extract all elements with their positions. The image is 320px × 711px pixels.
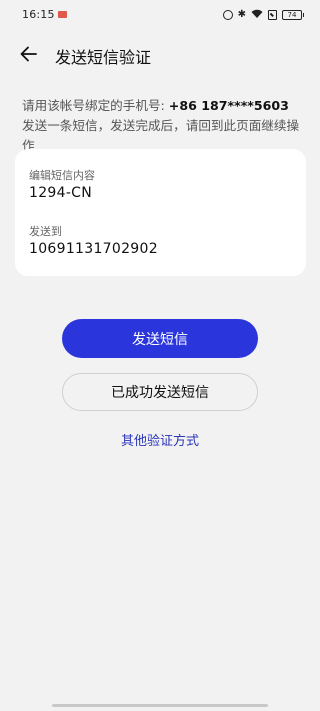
phone-number: +86 187****5603: [168, 98, 289, 113]
other-methods-link[interactable]: 其他验证方式: [0, 430, 320, 449]
sim-icon: [268, 10, 277, 20]
send-to-number: 10691131702902: [29, 241, 158, 257]
sms-content-value: 1294-CN: [29, 185, 93, 201]
game-notification-icon: [58, 11, 67, 18]
back-button[interactable]: [16, 41, 42, 67]
home-indicator[interactable]: [52, 704, 268, 707]
sms-content-label: 编辑短信内容: [29, 169, 95, 182]
alarm-icon: [222, 10, 233, 20]
sms-card: 编辑短信内容 1294-CN 发送到 10691131702902: [15, 149, 306, 276]
status-bar: 16:15 ✱ 74: [0, 0, 320, 30]
status-time: 16:15: [22, 8, 55, 21]
page-title: 发送短信验证: [55, 48, 152, 67]
header: 发送短信验证: [0, 38, 320, 70]
instruction-text: 请用该帐号绑定的手机号: +86 187****5603 发送一条短信，发送完成…: [22, 96, 302, 156]
battery-icon: 74: [282, 10, 304, 20]
wifi-icon: [251, 9, 263, 22]
status-icons: ✱ 74: [222, 8, 304, 22]
sms-sent-button[interactable]: 已成功发送短信: [62, 373, 258, 411]
send-to-label: 发送到: [29, 225, 62, 238]
send-sms-button[interactable]: 发送短信: [62, 319, 258, 358]
arrow-left-icon: [20, 46, 37, 62]
instruction-prefix: 请用该帐号绑定的手机号:: [22, 98, 169, 113]
vibrate-icon: ✱: [237, 9, 246, 20]
instruction-suffix: 发送一条短信，发送完成后，请回到此页面继续操作: [22, 118, 300, 153]
